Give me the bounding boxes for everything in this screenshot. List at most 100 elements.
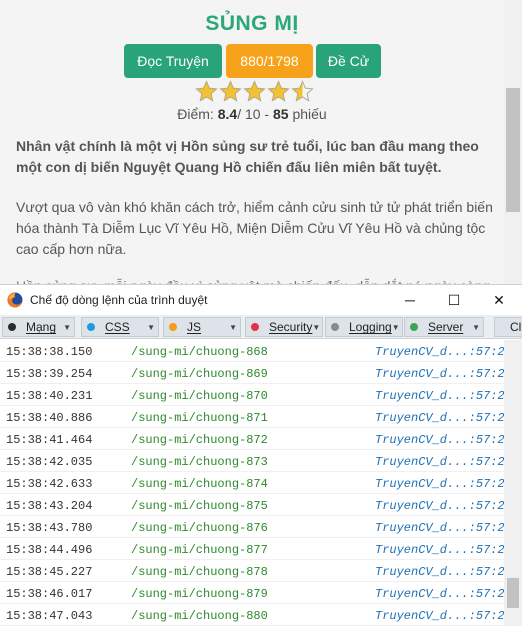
log-source-link[interactable]: TruyenCV_d...:57:25 bbox=[375, 389, 504, 403]
star-icon[interactable] bbox=[195, 80, 218, 103]
log-source-link[interactable]: TruyenCV_d...:57:25 bbox=[375, 499, 504, 513]
filter-label: Security bbox=[269, 320, 313, 334]
log-timestamp: 15:38:40.886 bbox=[6, 411, 93, 425]
logging-dot-icon bbox=[331, 323, 339, 331]
log-url[interactable]: /sung-mi/chuong-877 bbox=[131, 543, 268, 557]
log-timestamp: 15:38:42.035 bbox=[6, 455, 93, 469]
maximize-button[interactable]: ☐ bbox=[442, 289, 466, 311]
log-source-link[interactable]: TruyenCV_d...:57:25 bbox=[375, 367, 504, 381]
dropdown-arrow-icon: ▼ bbox=[229, 322, 237, 332]
filter-css-button[interactable]: CSS ▼ bbox=[81, 317, 159, 337]
read-story-button[interactable]: Đọc Truyện bbox=[124, 44, 222, 78]
log-url[interactable]: /sung-mi/chuong-876 bbox=[131, 521, 268, 535]
network-dot-icon bbox=[8, 323, 16, 331]
star-icon[interactable] bbox=[219, 80, 242, 103]
console-scrollbar[interactable] bbox=[504, 340, 522, 626]
console-log-row[interactable]: 15:38:43.780/sung-mi/chuong-876 TruyenCV_… bbox=[0, 516, 504, 538]
console-log-row[interactable]: 15:38:41.464/sung-mi/chuong-872 TruyenCV_… bbox=[0, 428, 504, 450]
log-url[interactable]: /sung-mi/chuong-874 bbox=[131, 477, 268, 491]
log-source-link[interactable]: TruyenCV_d...:57:25 bbox=[375, 609, 504, 623]
log-source-link[interactable]: TruyenCV_d...:57:25 bbox=[375, 411, 504, 425]
console-log-row[interactable]: 15:38:38.150/sung-mi/chuong-868 TruyenCV_… bbox=[0, 340, 504, 362]
console-log-row[interactable]: 15:38:44.496/sung-mi/chuong-877 TruyenCV_… bbox=[0, 538, 504, 560]
log-source-link[interactable]: TruyenCV_d...:57:25 bbox=[375, 455, 504, 469]
console-log-row[interactable]: 15:38:45.227/sung-mi/chuong-878 TruyenCV_… bbox=[0, 560, 504, 582]
log-url[interactable]: /sung-mi/chuong-872 bbox=[131, 433, 268, 447]
log-timestamp: 15:38:43.204 bbox=[6, 499, 93, 513]
star-icon[interactable] bbox=[291, 80, 314, 103]
score-label: Điểm: bbox=[177, 106, 218, 122]
firefox-icon bbox=[7, 292, 23, 308]
console-scrollbar-thumb[interactable] bbox=[507, 578, 519, 608]
filter-network-button[interactable]: Mạng ▼ bbox=[2, 317, 75, 337]
log-url[interactable]: /sung-mi/chuong-868 bbox=[131, 345, 268, 359]
console-log-row[interactable]: 15:38:46.017/sung-mi/chuong-879 TruyenCV_… bbox=[0, 582, 504, 604]
console-log-row[interactable]: 15:38:40.231/sung-mi/chuong-870 TruyenCV_… bbox=[0, 384, 504, 406]
log-source-link[interactable]: TruyenCV_d...:57:25 bbox=[375, 587, 504, 601]
score-value: 8.4 bbox=[217, 106, 238, 122]
story-summary-bold: Nhân vật chính là một vị Hồn sủng sư trẻ… bbox=[16, 138, 479, 175]
filter-label: Server bbox=[428, 320, 464, 334]
log-source-link[interactable]: TruyenCV_d...:57:25 bbox=[375, 543, 504, 557]
filter-logging-button[interactable]: Logging ▼ bbox=[325, 317, 403, 337]
filter-js-button[interactable]: JS ▼ bbox=[163, 317, 241, 337]
log-url[interactable]: /sung-mi/chuong-875 bbox=[131, 499, 268, 513]
log-source-link[interactable]: TruyenCV_d...:57:25 bbox=[375, 345, 504, 359]
log-url[interactable]: /sung-mi/chuong-869 bbox=[131, 367, 268, 381]
star-icon[interactable] bbox=[267, 80, 290, 103]
log-source-link[interactable]: TruyenCV_d...:57:25 bbox=[375, 433, 504, 447]
log-timestamp: 15:38:38.150 bbox=[6, 345, 93, 359]
browser-console-window: Chế độ dòng lệnh của trình duyệt ─ ☐ ✕ M… bbox=[0, 284, 522, 626]
log-url[interactable]: /sung-mi/chuong-880 bbox=[131, 609, 268, 623]
js-dot-icon bbox=[169, 323, 177, 331]
log-url[interactable]: /sung-mi/chuong-871 bbox=[131, 411, 268, 425]
console-log-row[interactable]: 15:38:43.204/sung-mi/chuong-875 TruyenCV_… bbox=[0, 494, 504, 516]
story-summary: Vượt qua vô vàn khó khăn cách trở, hiểm … bbox=[16, 199, 493, 257]
log-timestamp: 15:38:41.464 bbox=[6, 433, 93, 447]
dropdown-arrow-icon: ▼ bbox=[391, 322, 400, 332]
story-title: SỦNG MỊ bbox=[205, 12, 299, 35]
filter-server-button[interactable]: Server ▼ bbox=[404, 317, 484, 337]
console-log-row[interactable]: 15:38:42.035/sung-mi/chuong-873 TruyenCV_… bbox=[0, 450, 504, 472]
close-button[interactable]: ✕ bbox=[487, 289, 511, 311]
console-log-row[interactable]: 15:38:47.043/sung-mi/chuong-880 TruyenCV_… bbox=[0, 604, 504, 626]
log-timestamp: 15:38:40.231 bbox=[6, 389, 93, 403]
vote-count: 85 bbox=[272, 106, 289, 122]
story-content: SỦNG MỊ Đọc Truyện 880/1798 Đề Cử Điểm: … bbox=[0, 0, 504, 287]
log-source-link[interactable]: TruyenCV_d...:57:25 bbox=[375, 565, 504, 579]
log-url[interactable]: /sung-mi/chuong-879 bbox=[131, 587, 268, 601]
log-url[interactable]: /sung-mi/chuong-878 bbox=[131, 565, 268, 579]
log-url[interactable]: /sung-mi/chuong-873 bbox=[131, 455, 268, 469]
security-dot-icon bbox=[251, 323, 259, 331]
console-filter-bar: Mạng ▼ CSS ▼ JS ▼ Security ▼ Logging ▼ Server… bbox=[0, 315, 522, 339]
console-log-row[interactable]: 15:38:39.254/sung-mi/chuong-869 TruyenCV_… bbox=[0, 362, 504, 384]
console-log-row[interactable]: 15:38:42.633/sung-mi/chuong-874 TruyenCV_… bbox=[0, 472, 504, 494]
filter-clear-button[interactable]: Cl bbox=[494, 317, 522, 337]
rating-score: Điểm: 8.4/ 10 - 85 phiếu bbox=[0, 106, 504, 122]
page-scrollbar-thumb[interactable] bbox=[506, 88, 520, 212]
filter-clear-label: Cl bbox=[510, 320, 522, 334]
dropdown-arrow-icon: ▼ bbox=[63, 322, 71, 332]
log-timestamp: 15:38:45.227 bbox=[6, 565, 93, 579]
nominate-button[interactable]: Đề Cử bbox=[316, 44, 381, 78]
log-timestamp: 15:38:44.496 bbox=[6, 543, 93, 557]
log-timestamp: 15:38:42.633 bbox=[6, 477, 93, 491]
log-timestamp: 15:38:47.043 bbox=[6, 609, 93, 623]
page-scrollbar[interactable] bbox=[504, 0, 522, 287]
chapter-count-button[interactable]: 880/1798 bbox=[226, 44, 313, 78]
log-source-link[interactable]: TruyenCV_d...:57:25 bbox=[375, 521, 504, 535]
dropdown-arrow-icon: ▼ bbox=[147, 322, 155, 332]
server-dot-icon bbox=[410, 323, 418, 331]
filter-security-button[interactable]: Security ▼ bbox=[245, 317, 323, 337]
dropdown-arrow-icon: ▼ bbox=[312, 322, 321, 332]
log-timestamp: 15:38:43.780 bbox=[6, 521, 93, 535]
story-page: SỦNG MỊ Đọc Truyện 880/1798 Đề Cử Điểm: … bbox=[0, 0, 522, 287]
log-source-link[interactable]: TruyenCV_d...:57:25 bbox=[375, 477, 504, 491]
log-url[interactable]: /sung-mi/chuong-870 bbox=[131, 389, 268, 403]
console-log-row[interactable]: 15:38:40.886/sung-mi/chuong-871 TruyenCV_… bbox=[0, 406, 504, 428]
minimize-button[interactable]: ─ bbox=[398, 289, 422, 311]
star-rating[interactable] bbox=[195, 80, 314, 104]
star-icon[interactable] bbox=[243, 80, 266, 103]
score-sep: / 10 - bbox=[237, 106, 273, 122]
window-titlebar[interactable]: Chế độ dòng lệnh của trình duyệt ─ ☐ ✕ bbox=[0, 285, 522, 315]
